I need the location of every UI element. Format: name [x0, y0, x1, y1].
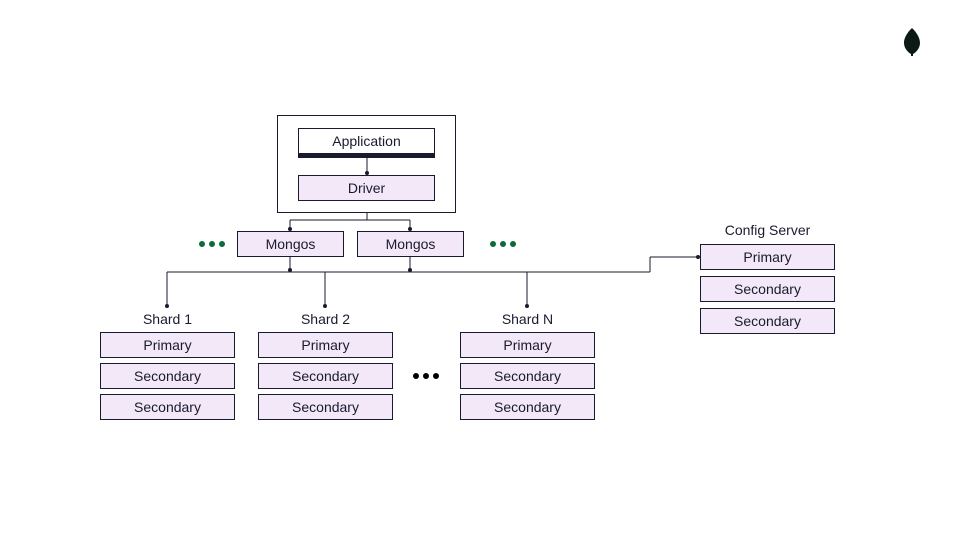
application-box: Application	[298, 128, 435, 154]
config-primary: Primary	[700, 244, 835, 270]
ellipsis-black-shards	[413, 373, 439, 379]
app-driver-divider	[298, 154, 435, 158]
shard-n-title: Shard N	[460, 311, 595, 327]
shard-1-primary: Primary	[100, 332, 235, 358]
mongos-box-1: Mongos	[237, 231, 344, 257]
shard-n-secondary-2: Secondary	[460, 394, 595, 420]
shard-n-secondary-1: Secondary	[460, 363, 595, 389]
ellipsis-green-right	[490, 241, 516, 247]
mongos-label-1: Mongos	[266, 237, 316, 251]
shard-2-primary: Primary	[258, 332, 393, 358]
config-server-title: Config Server	[700, 222, 835, 238]
application-label: Application	[332, 134, 401, 148]
config-secondary-2: Secondary	[700, 308, 835, 334]
shard-2-secondary-2: Secondary	[258, 394, 393, 420]
shard-1-secondary-2: Secondary	[100, 394, 235, 420]
shard-n-primary: Primary	[460, 332, 595, 358]
driver-box: Driver	[298, 175, 435, 201]
driver-label: Driver	[348, 181, 385, 195]
mongos-label-2: Mongos	[386, 237, 436, 251]
config-secondary-1: Secondary	[700, 276, 835, 302]
shard-2-secondary-1: Secondary	[258, 363, 393, 389]
shard-1-title: Shard 1	[100, 311, 235, 327]
shard-2-title: Shard 2	[258, 311, 393, 327]
connector-lines	[0, 0, 960, 540]
ellipsis-green-left	[199, 241, 225, 247]
mongos-box-2: Mongos	[357, 231, 464, 257]
mongodb-leaf-icon	[902, 28, 922, 61]
shard-1-secondary-1: Secondary	[100, 363, 235, 389]
